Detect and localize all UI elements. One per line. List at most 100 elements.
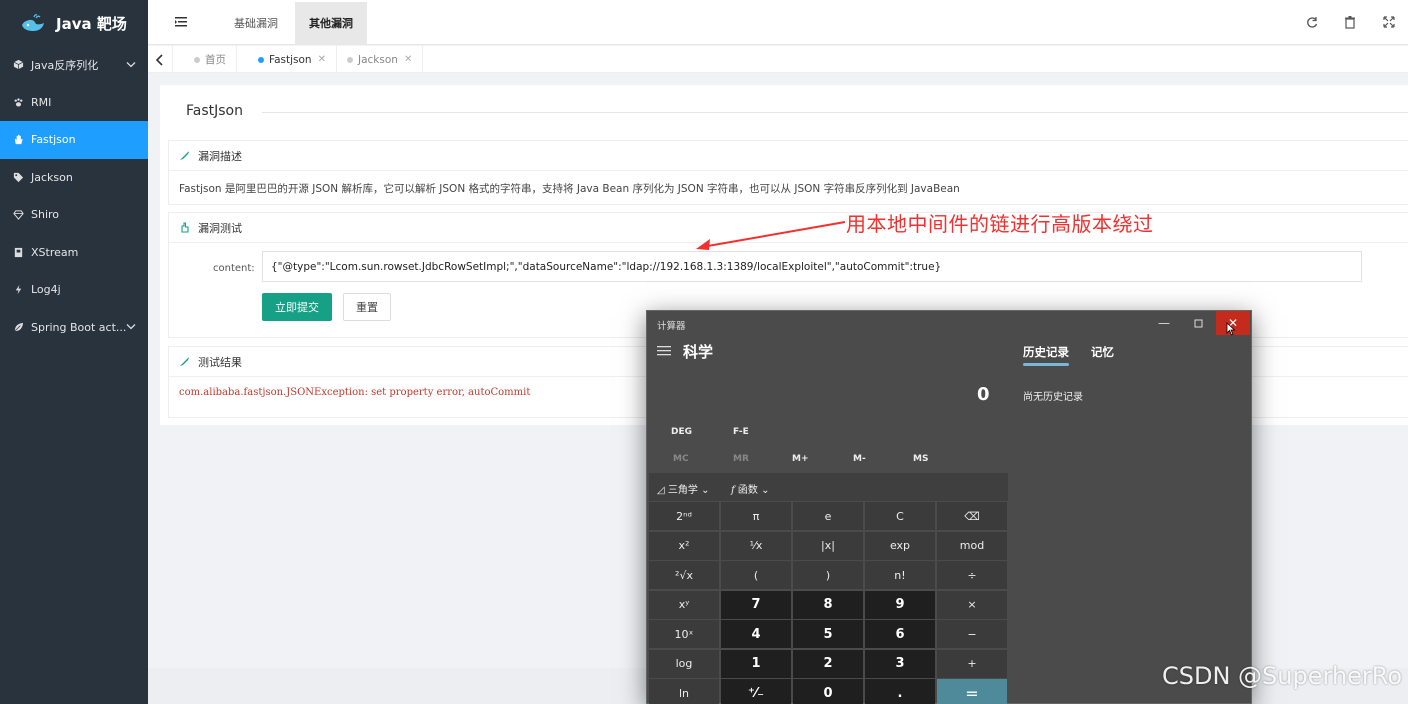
calc-key[interactable]: 10ˣ [649,620,719,648]
whale-logo-icon [22,14,44,31]
calc-key[interactable]: log [649,649,719,678]
calculator-mode-title: 科学 [683,343,714,361]
calc-key[interactable]: ln [649,679,719,704]
top-tab-basic-vulns[interactable]: 基础漏洞 [220,2,292,45]
sidebar-item-label: Shiro [31,208,60,222]
calc-key[interactable]: π [721,502,791,530]
page-tab-jackson[interactable]: Jackson ✕ [337,46,424,73]
tabs-back-button[interactable] [148,46,173,73]
calc-key[interactable]: mod [937,531,1007,560]
fe-button[interactable]: F-E [733,427,749,437]
fullscreen-icon[interactable] [1382,15,1396,29]
leaf-icon [12,321,24,333]
trash-icon[interactable] [1343,15,1357,29]
deg-button[interactable]: DEG [671,427,692,437]
sidebar-item-spring-boot-act[interactable]: Spring Boot act... [0,309,148,347]
top-bar: 基础漏洞 其他漏洞 [148,0,1408,45]
maximize-button[interactable] [1181,311,1215,335]
calc-key[interactable]: 5 [793,620,863,648]
calc-key[interactable]: C [865,502,935,530]
description-card: 漏洞描述 Fastjson 是阿里巴巴的开源 JSON 解析库，它可以解析 JS… [168,140,1408,205]
page-tab-fastjson[interactable]: Fastjson ✕ [248,46,337,73]
sidebar-item-log4j[interactable]: Log4j [0,271,148,309]
calc-key[interactable]: x² [649,531,719,560]
sidebar-item-label: Spring Boot act... [31,320,127,334]
close-tab-icon[interactable]: ✕ [404,54,412,65]
calc-key[interactable]: ⁺⁄₋ [721,679,791,704]
triangle-icon: ◿ [657,485,665,496]
m-plus-button[interactable]: M+ [792,454,809,464]
tab-dot-icon [347,56,353,63]
m-minus-button[interactable]: M- [853,454,866,464]
calc-key[interactable]: 4 [721,620,791,648]
title-divider [262,112,1408,113]
calc-key[interactable]: + [937,649,1007,678]
app-logo[interactable]: Java 靶场 [0,0,148,46]
history-tab[interactable]: 历史记录 [1023,344,1069,360]
calc-key[interactable]: × [937,590,1007,619]
calc-key[interactable]: 1 [721,649,791,678]
calc-key[interactable]: ¹⁄x [721,531,791,560]
annotation-text: 用本地中间件的链进行高版本绕过 [846,212,1154,236]
sidebar-item-xstream[interactable]: XStream [0,234,148,272]
calc-key[interactable]: e [793,502,863,530]
memory-tab[interactable]: 记忆 [1091,344,1114,360]
page-tab-home[interactable]: 首页 [184,46,237,73]
tab-label: Jackson [358,53,398,66]
calc-key[interactable]: ÷ [937,561,1007,589]
sidebar-item-java[interactable]: Java反序列化 [0,46,148,84]
mc-button[interactable]: MC [673,454,689,464]
calc-key[interactable]: 3 [865,649,935,678]
function-f-icon: f [731,485,735,496]
sidebar-item-fastjson[interactable]: Fastjson [0,121,148,159]
calc-key[interactable]: 2 [793,649,863,678]
calc-key[interactable]: n! [865,561,935,589]
sidebar-item-jackson[interactable]: Jackson [0,159,148,197]
function-bar: ◿ 三角学 ⌄ f 函数 ⌄ [649,473,1008,501]
function-menu[interactable]: f 函数 ⌄ [731,481,769,496]
calc-key[interactable]: = [937,679,1007,704]
calc-key[interactable]: ⌫ [937,502,1007,530]
reset-button[interactable]: 重置 [343,293,391,321]
tag-icon [12,171,24,183]
calc-key[interactable]: |x| [793,531,863,560]
calc-key[interactable]: 2ⁿᵈ [649,502,719,530]
calc-key[interactable]: ( [721,561,791,589]
watermark: CSDN @SuperherRo [1162,662,1403,690]
menu-toggle-icon[interactable] [174,15,188,29]
chevron-down-icon [126,321,136,334]
trig-menu-label: 三角学 [667,485,698,496]
cube-icon [12,59,24,71]
refresh-icon[interactable] [1305,15,1319,29]
test-card-title: 漏洞测试 [198,221,242,235]
calc-key[interactable]: ²√x [649,561,719,589]
sidebar-item-shiro[interactable]: Shiro [0,196,148,234]
sidebar-item-label: Jackson [31,170,73,184]
trig-menu[interactable]: ◿ 三角学 ⌄ [657,481,709,496]
calc-key[interactable]: − [937,620,1007,648]
ms-button[interactable]: MS [913,454,928,464]
diamond-icon [12,209,24,221]
hand-pointer-icon [181,222,189,233]
top-tab-other-vulns[interactable]: 其他漏洞 [295,2,367,45]
calc-key[interactable]: ) [793,561,863,589]
calc-key[interactable]: . [865,679,935,704]
hamburger-menu-icon[interactable] [657,345,671,357]
calc-key[interactable]: xʸ [649,590,719,619]
minimize-button[interactable]: — [1147,311,1181,335]
calc-key[interactable]: 8 [793,590,863,619]
mr-button[interactable]: MR [733,454,749,464]
calc-key[interactable]: exp [865,531,935,560]
calc-key[interactable]: 0 [793,679,863,704]
close-tab-icon[interactable]: ✕ [318,54,326,65]
pen-icon [180,357,189,366]
sidebar-item-label: Java反序列化 [31,58,99,72]
chevron-down-icon: ⌄ [761,485,770,496]
sidebar-item-rmi[interactable]: RMI [0,84,148,122]
calc-key[interactable]: 6 [865,620,935,648]
calc-key[interactable]: 7 [721,590,791,619]
tab-label: 首页 [205,54,226,66]
submit-button[interactable]: 立即提交 [262,293,332,321]
calc-key[interactable]: 9 [865,590,935,619]
history-tab-underline [1023,363,1069,366]
